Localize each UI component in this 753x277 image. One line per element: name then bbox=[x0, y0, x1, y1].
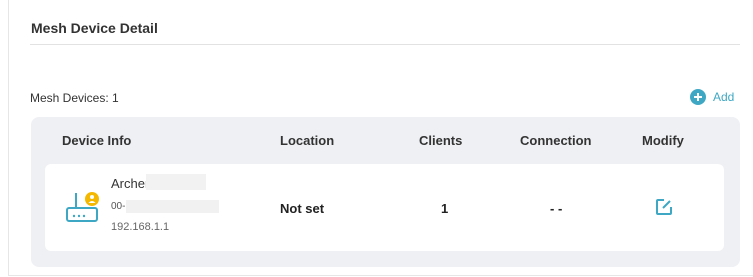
device-name: Archer bbox=[111, 176, 150, 191]
redacted-mac-block bbox=[126, 200, 219, 213]
device-ip: 192.168.1.1 bbox=[111, 221, 170, 233]
router-icon bbox=[66, 192, 99, 222]
header-modify: Modify bbox=[642, 133, 684, 148]
redacted-name-block bbox=[146, 174, 206, 190]
device-location: Not set bbox=[280, 201, 325, 216]
add-button-label: Add bbox=[713, 90, 735, 104]
title-divider bbox=[30, 44, 740, 45]
device-clients: 1 bbox=[441, 201, 449, 216]
device-connection: - - bbox=[550, 201, 563, 216]
header-connection: Connection bbox=[520, 133, 592, 148]
header-device-info: Device Info bbox=[62, 133, 132, 148]
section-title: Mesh Device Detail bbox=[31, 20, 158, 36]
add-mesh-device-button[interactable]: Add bbox=[690, 89, 734, 105]
header-location: Location bbox=[280, 133, 335, 148]
plus-circle-icon bbox=[690, 89, 706, 105]
mesh-device-count: Mesh Devices: 1 bbox=[30, 91, 119, 105]
mesh-device-count-label: Mesh Devices: 1 bbox=[30, 91, 119, 105]
header-clients: Clients bbox=[419, 133, 463, 148]
edit-icon[interactable] bbox=[655, 198, 673, 216]
